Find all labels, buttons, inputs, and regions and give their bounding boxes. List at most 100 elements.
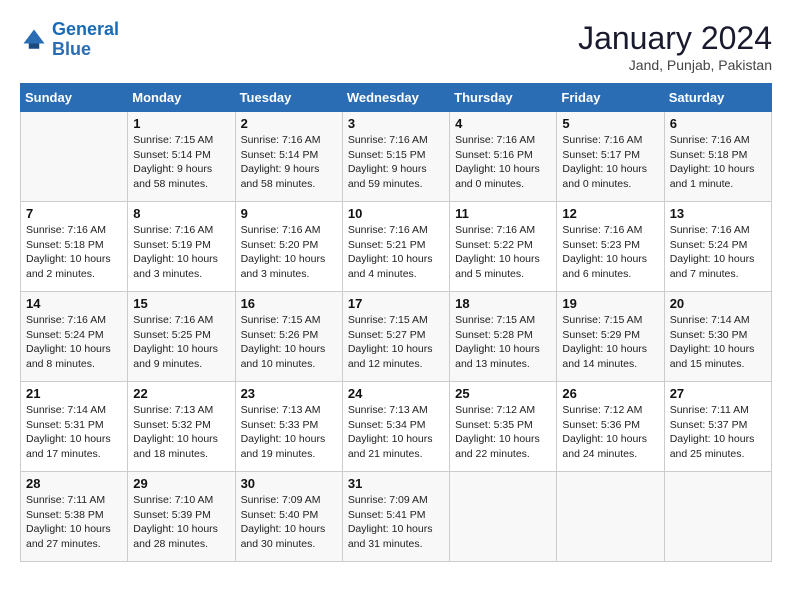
- day-info: Sunrise: 7:15 AM Sunset: 5:26 PM Dayligh…: [241, 313, 337, 372]
- day-info: Sunrise: 7:16 AM Sunset: 5:18 PM Dayligh…: [670, 133, 766, 192]
- day-number: 25: [455, 386, 551, 401]
- calendar-cell: 23 Sunrise: 7:13 AM Sunset: 5:33 PM Dayli…: [235, 382, 342, 472]
- day-number: 20: [670, 296, 766, 311]
- calendar-cell: 12 Sunrise: 7:16 AM Sunset: 5:23 PM Dayli…: [557, 202, 664, 292]
- day-number: 31: [348, 476, 444, 491]
- day-info: Sunrise: 7:16 AM Sunset: 5:19 PM Dayligh…: [133, 223, 229, 282]
- day-number: 19: [562, 296, 658, 311]
- calendar-week-row: 21Sunrise: 7:14 AM Sunset: 5:31 PM Dayli…: [21, 382, 772, 472]
- calendar-cell: 28Sunrise: 7:11 AM Sunset: 5:38 PM Dayli…: [21, 472, 128, 562]
- day-info: Sunrise: 7:09 AM Sunset: 5:41 PM Dayligh…: [348, 493, 444, 552]
- calendar-cell: 8 Sunrise: 7:16 AM Sunset: 5:19 PM Daylig…: [128, 202, 235, 292]
- weekday-header: Friday: [557, 84, 664, 112]
- logo-icon: [20, 26, 48, 54]
- calendar-cell: 6 Sunrise: 7:16 AM Sunset: 5:18 PM Daylig…: [664, 112, 771, 202]
- calendar-cell: 30 Sunrise: 7:09 AM Sunset: 5:40 PM Dayli…: [235, 472, 342, 562]
- day-number: 2: [241, 116, 337, 131]
- day-info: Sunrise: 7:13 AM Sunset: 5:34 PM Dayligh…: [348, 403, 444, 462]
- calendar-cell: [557, 472, 664, 562]
- calendar-cell: 26 Sunrise: 7:12 AM Sunset: 5:36 PM Dayli…: [557, 382, 664, 472]
- day-number: 1: [133, 116, 229, 131]
- day-info: Sunrise: 7:14 AM Sunset: 5:30 PM Dayligh…: [670, 313, 766, 372]
- day-number: 6: [670, 116, 766, 131]
- calendar-cell: 31 Sunrise: 7:09 AM Sunset: 5:41 PM Dayli…: [342, 472, 449, 562]
- day-info: Sunrise: 7:16 AM Sunset: 5:24 PM Dayligh…: [26, 313, 122, 372]
- calendar-cell: [450, 472, 557, 562]
- day-number: 9: [241, 206, 337, 221]
- day-number: 18: [455, 296, 551, 311]
- day-info: Sunrise: 7:15 AM Sunset: 5:29 PM Dayligh…: [562, 313, 658, 372]
- day-info: Sunrise: 7:09 AM Sunset: 5:40 PM Dayligh…: [241, 493, 337, 552]
- calendar-cell: 27Sunrise: 7:11 AM Sunset: 5:37 PM Dayli…: [664, 382, 771, 472]
- day-number: 10: [348, 206, 444, 221]
- day-number: 16: [241, 296, 337, 311]
- day-number: 17: [348, 296, 444, 311]
- calendar-cell: 18 Sunrise: 7:15 AM Sunset: 5:28 PM Dayli…: [450, 292, 557, 382]
- day-info: Sunrise: 7:13 AM Sunset: 5:32 PM Dayligh…: [133, 403, 229, 462]
- calendar-cell: 13 Sunrise: 7:16 AM Sunset: 5:24 PM Dayli…: [664, 202, 771, 292]
- day-number: 11: [455, 206, 551, 221]
- location: Jand, Punjab, Pakistan: [578, 57, 772, 73]
- calendar-cell: 2 Sunrise: 7:16 AM Sunset: 5:14 PM Daylig…: [235, 112, 342, 202]
- day-number: 8: [133, 206, 229, 221]
- logo-text: General Blue: [52, 20, 119, 60]
- day-info: Sunrise: 7:15 AM Sunset: 5:28 PM Dayligh…: [455, 313, 551, 372]
- day-number: 21: [26, 386, 122, 401]
- day-info: Sunrise: 7:12 AM Sunset: 5:36 PM Dayligh…: [562, 403, 658, 462]
- day-number: 15: [133, 296, 229, 311]
- weekday-header: Monday: [128, 84, 235, 112]
- weekday-header: Thursday: [450, 84, 557, 112]
- day-number: 30: [241, 476, 337, 491]
- day-number: 14: [26, 296, 122, 311]
- calendar-cell: 1 Sunrise: 7:15 AM Sunset: 5:14 PM Daylig…: [128, 112, 235, 202]
- day-info: Sunrise: 7:16 AM Sunset: 5:18 PM Dayligh…: [26, 223, 122, 282]
- calendar-week-row: 1 Sunrise: 7:15 AM Sunset: 5:14 PM Daylig…: [21, 112, 772, 202]
- day-number: 26: [562, 386, 658, 401]
- calendar-week-row: 14 Sunrise: 7:16 AM Sunset: 5:24 PM Dayli…: [21, 292, 772, 382]
- day-info: Sunrise: 7:12 AM Sunset: 5:35 PM Dayligh…: [455, 403, 551, 462]
- day-number: 12: [562, 206, 658, 221]
- calendar-body: 1 Sunrise: 7:15 AM Sunset: 5:14 PM Daylig…: [21, 112, 772, 562]
- calendar-cell: 16 Sunrise: 7:15 AM Sunset: 5:26 PM Dayli…: [235, 292, 342, 382]
- calendar-cell: 14 Sunrise: 7:16 AM Sunset: 5:24 PM Dayli…: [21, 292, 128, 382]
- logo-line1: General: [52, 19, 119, 39]
- calendar-week-row: 28Sunrise: 7:11 AM Sunset: 5:38 PM Dayli…: [21, 472, 772, 562]
- calendar-cell: [21, 112, 128, 202]
- weekday-header: Wednesday: [342, 84, 449, 112]
- title-block: January 2024 Jand, Punjab, Pakistan: [578, 20, 772, 73]
- calendar-cell: 19 Sunrise: 7:15 AM Sunset: 5:29 PM Dayli…: [557, 292, 664, 382]
- calendar-cell: 24Sunrise: 7:13 AM Sunset: 5:34 PM Dayli…: [342, 382, 449, 472]
- calendar-cell: 21Sunrise: 7:14 AM Sunset: 5:31 PM Dayli…: [21, 382, 128, 472]
- page-header: General Blue January 2024 Jand, Punjab, …: [20, 20, 772, 73]
- day-number: 23: [241, 386, 337, 401]
- logo-line2: Blue: [52, 39, 91, 59]
- day-number: 3: [348, 116, 444, 131]
- weekday-header: Sunday: [21, 84, 128, 112]
- calendar-table: SundayMondayTuesdayWednesdayThursdayFrid…: [20, 83, 772, 562]
- day-info: Sunrise: 7:15 AM Sunset: 5:14 PM Dayligh…: [133, 133, 229, 192]
- day-info: Sunrise: 7:16 AM Sunset: 5:21 PM Dayligh…: [348, 223, 444, 282]
- day-info: Sunrise: 7:16 AM Sunset: 5:24 PM Dayligh…: [670, 223, 766, 282]
- calendar-cell: 5Sunrise: 7:16 AM Sunset: 5:17 PM Daylig…: [557, 112, 664, 202]
- calendar-cell: 22Sunrise: 7:13 AM Sunset: 5:32 PM Dayli…: [128, 382, 235, 472]
- calendar-cell: 29 Sunrise: 7:10 AM Sunset: 5:39 PM Dayli…: [128, 472, 235, 562]
- calendar-cell: 15Sunrise: 7:16 AM Sunset: 5:25 PM Dayli…: [128, 292, 235, 382]
- day-info: Sunrise: 7:10 AM Sunset: 5:39 PM Dayligh…: [133, 493, 229, 552]
- day-info: Sunrise: 7:16 AM Sunset: 5:14 PM Dayligh…: [241, 133, 337, 192]
- calendar-week-row: 7Sunrise: 7:16 AM Sunset: 5:18 PM Daylig…: [21, 202, 772, 292]
- day-info: Sunrise: 7:15 AM Sunset: 5:27 PM Dayligh…: [348, 313, 444, 372]
- weekday-header: Tuesday: [235, 84, 342, 112]
- calendar-cell: 17 Sunrise: 7:15 AM Sunset: 5:27 PM Dayli…: [342, 292, 449, 382]
- day-info: Sunrise: 7:16 AM Sunset: 5:23 PM Dayligh…: [562, 223, 658, 282]
- day-info: Sunrise: 7:16 AM Sunset: 5:22 PM Dayligh…: [455, 223, 551, 282]
- day-number: 27: [670, 386, 766, 401]
- day-info: Sunrise: 7:16 AM Sunset: 5:20 PM Dayligh…: [241, 223, 337, 282]
- day-number: 13: [670, 206, 766, 221]
- calendar-cell: 11 Sunrise: 7:16 AM Sunset: 5:22 PM Dayli…: [450, 202, 557, 292]
- calendar-cell: [664, 472, 771, 562]
- day-info: Sunrise: 7:13 AM Sunset: 5:33 PM Dayligh…: [241, 403, 337, 462]
- day-number: 29: [133, 476, 229, 491]
- day-info: Sunrise: 7:16 AM Sunset: 5:15 PM Dayligh…: [348, 133, 444, 192]
- calendar-cell: 3 Sunrise: 7:16 AM Sunset: 5:15 PM Daylig…: [342, 112, 449, 202]
- day-info: Sunrise: 7:16 AM Sunset: 5:17 PM Dayligh…: [562, 133, 658, 192]
